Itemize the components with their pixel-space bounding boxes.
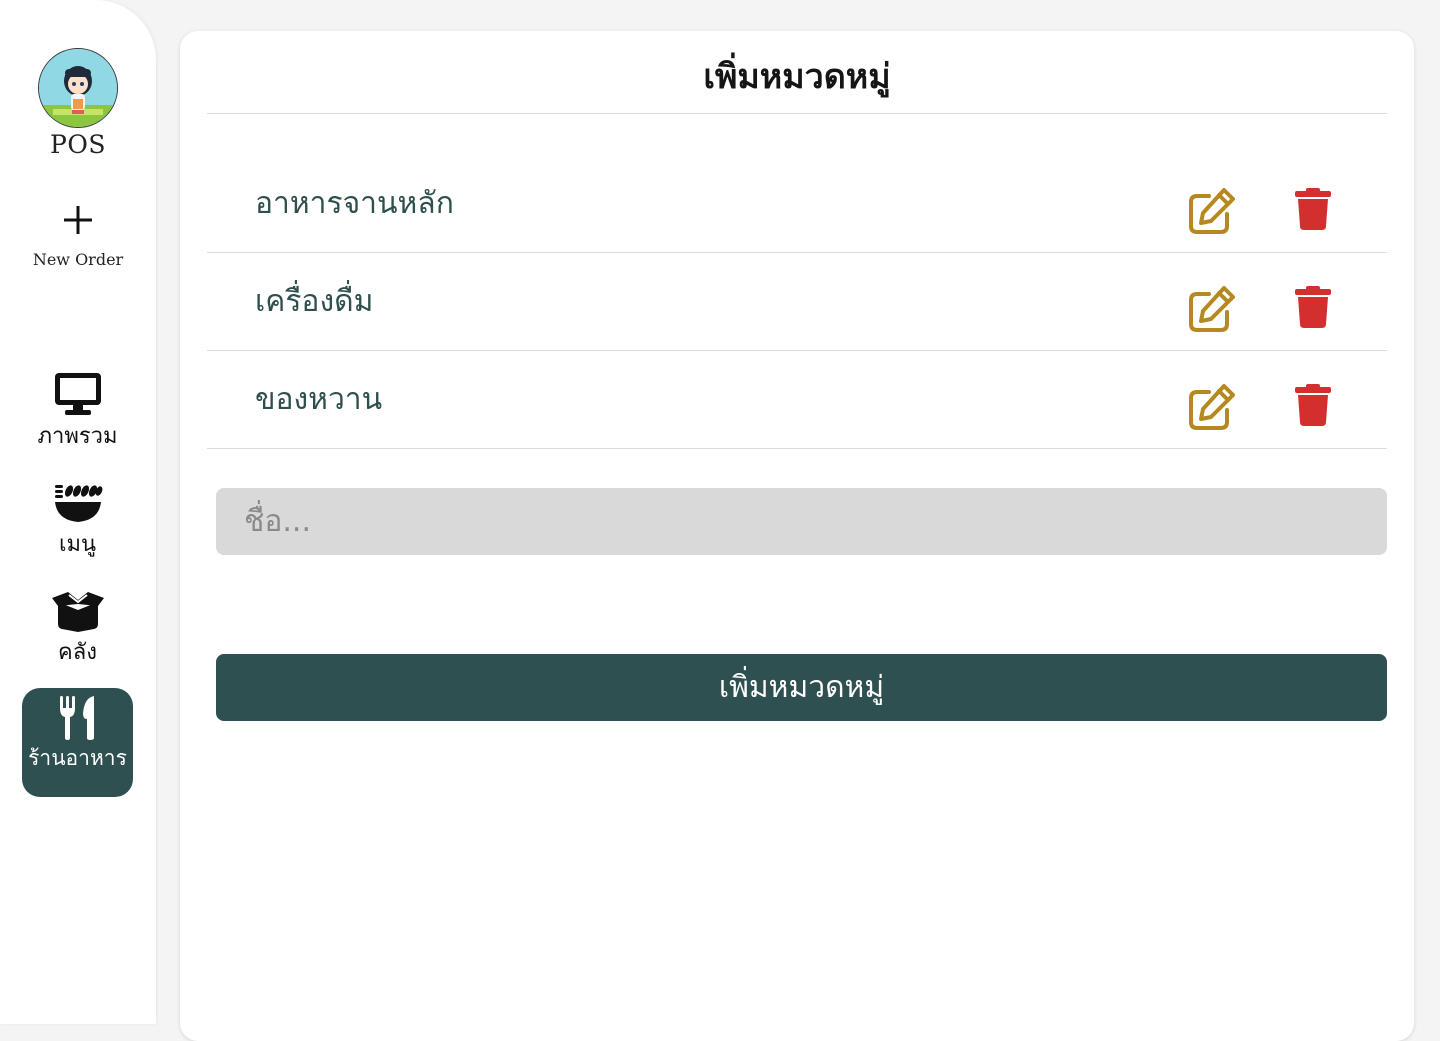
category-panel: เพิ่มหมวดหมู่ อาหารจานหลัก เครื่องดื่ม ข…: [180, 31, 1414, 1041]
edit-icon[interactable]: [1187, 382, 1237, 432]
food-bowl-icon: [22, 476, 133, 524]
sidebar: POS New Order ภาพรวม เมนู คลัง ร้านอาหาร: [0, 0, 156, 1024]
category-row: ของหวาน: [207, 350, 1387, 449]
sidebar-item-label: ร้านอาหาร: [28, 746, 127, 770]
plus-icon: [0, 198, 156, 246]
category-name: ของหวาน: [255, 382, 383, 417]
sidebar-item-restaurant[interactable]: ร้านอาหาร: [22, 688, 133, 797]
brand-name: POS: [50, 130, 106, 159]
add-category-button[interactable]: เพิ่มหมวดหมู่: [216, 654, 1387, 721]
monitor-icon: [22, 368, 133, 416]
sidebar-item-label: คลัง: [58, 640, 97, 665]
avatar[interactable]: [38, 48, 118, 128]
sidebar-item-label: ภาพรวม: [37, 424, 118, 449]
page-title: เพิ่มหมวดหมู่: [703, 57, 891, 97]
category-name-input[interactable]: [216, 488, 1387, 555]
trash-icon[interactable]: [1295, 286, 1331, 328]
category-row: เครื่องดื่ม: [207, 252, 1387, 351]
box-icon: [22, 584, 133, 632]
sidebar-item-overview[interactable]: ภาพรวม: [22, 368, 133, 453]
category-row: อาหารจานหลัก: [207, 154, 1387, 253]
category-name: เครื่องดื่ม: [255, 284, 374, 319]
sidebar-item-menu[interactable]: เมนู: [22, 476, 133, 561]
divider: [207, 113, 1387, 114]
category-name: อาหารจานหลัก: [255, 186, 454, 221]
trash-icon[interactable]: [1295, 384, 1331, 426]
edit-icon[interactable]: [1187, 284, 1237, 334]
edit-icon[interactable]: [1187, 186, 1237, 236]
new-order-button[interactable]: New Order: [0, 198, 156, 269]
trash-icon[interactable]: [1295, 188, 1331, 230]
sidebar-item-label: เมนู: [58, 532, 97, 557]
utensils-icon: [22, 688, 133, 740]
new-order-label: New Order: [32, 250, 124, 269]
sidebar-item-inventory[interactable]: คลัง: [22, 584, 133, 669]
avatar-image: [39, 49, 117, 127]
